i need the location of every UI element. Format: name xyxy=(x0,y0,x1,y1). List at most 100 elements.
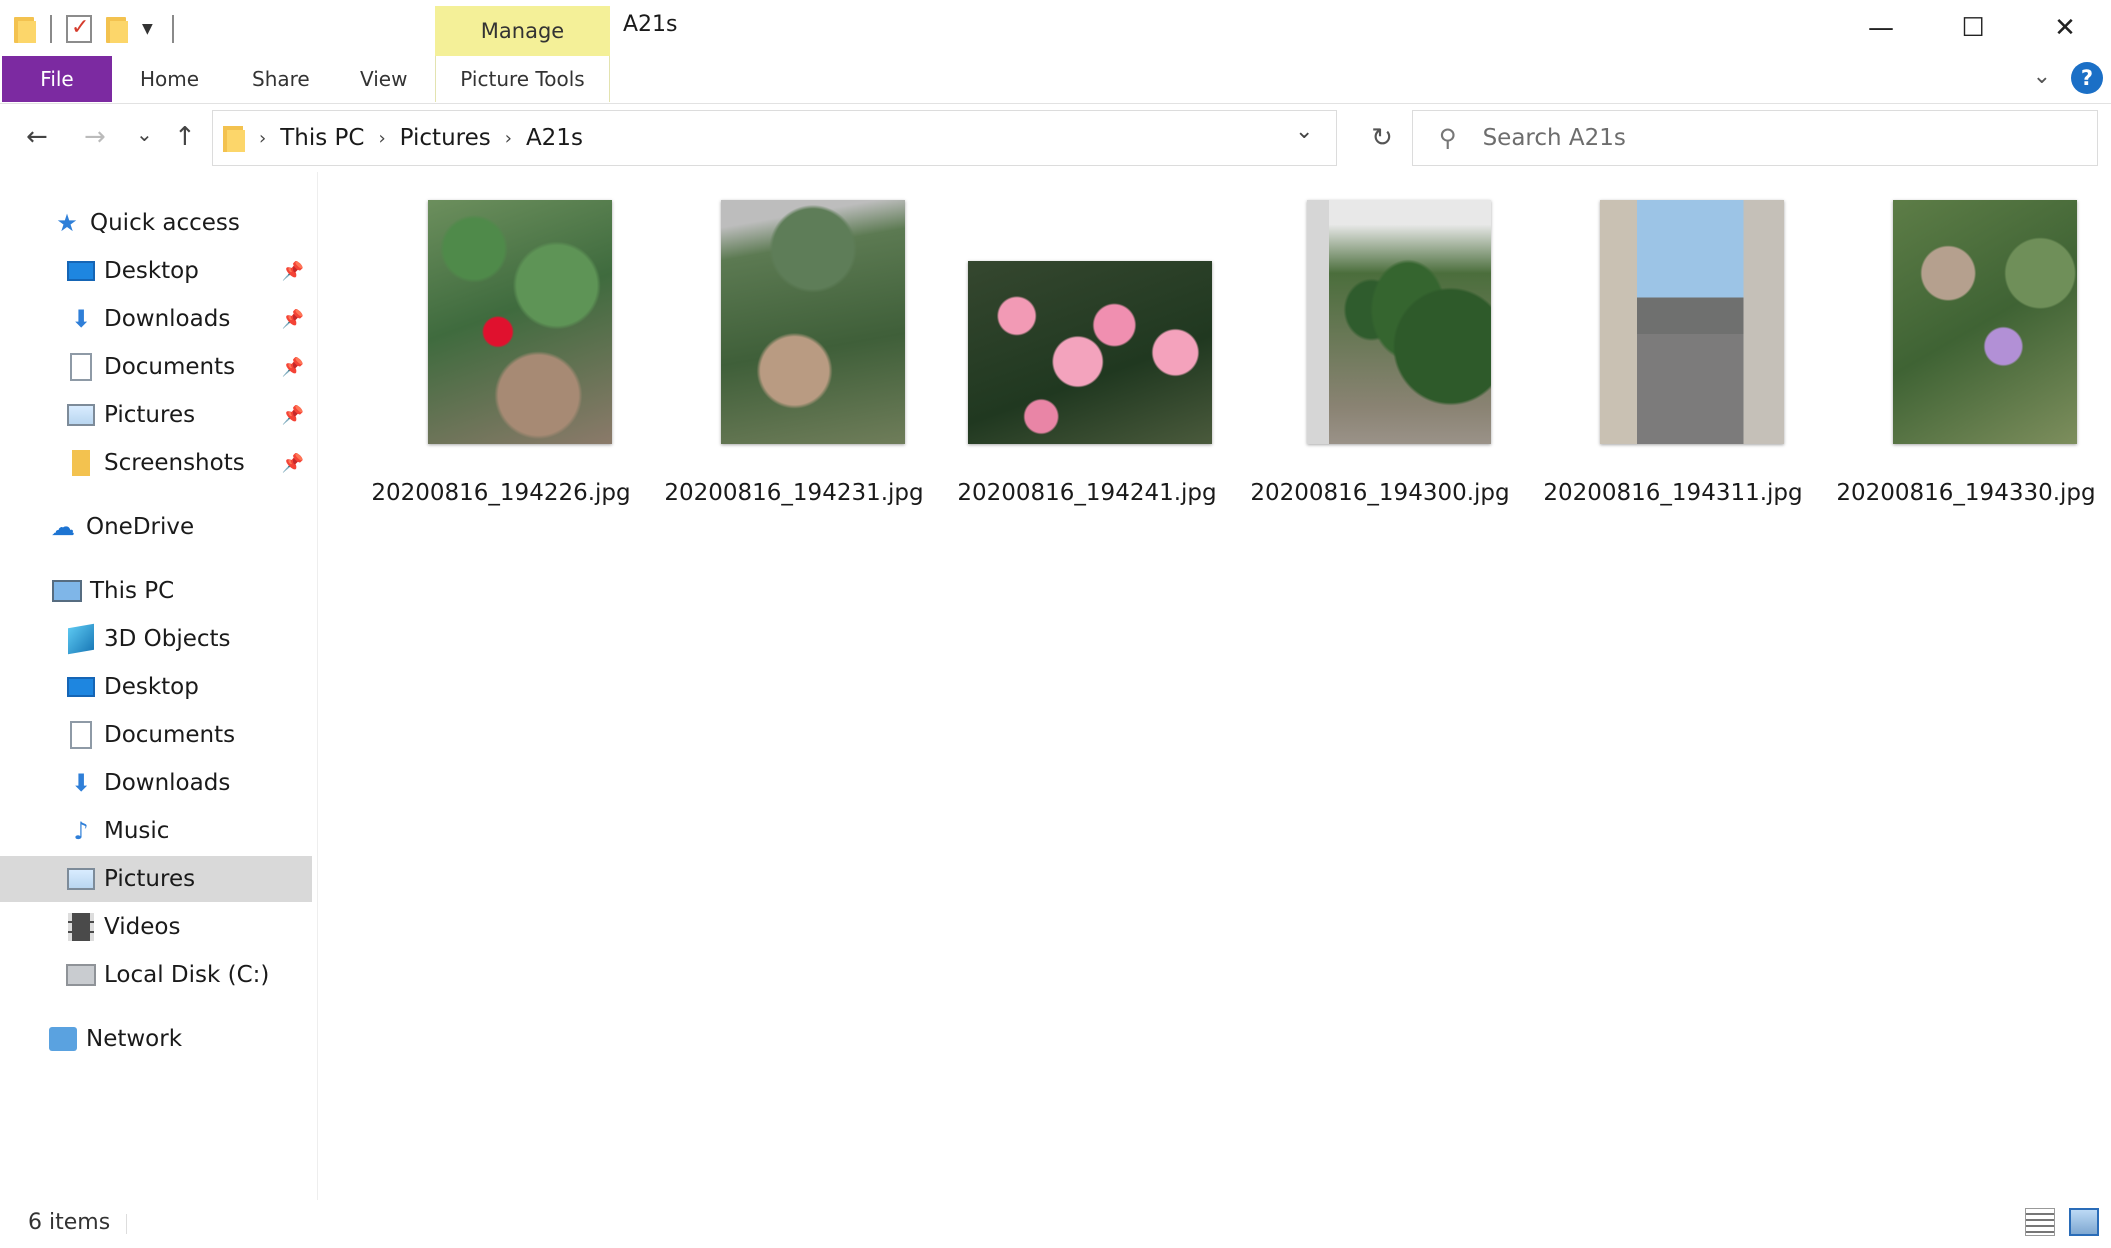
sidebar-item-label: Pictures xyxy=(104,402,196,428)
network-icon xyxy=(48,1025,78,1053)
sidebar-item-screenshots[interactable]: Screenshots 📌 xyxy=(0,440,312,486)
file-name[interactable]: 20200816_194311.jpg xyxy=(1527,480,1819,506)
address-bar[interactable]: › This PC › Pictures › A21s ⌄ xyxy=(212,110,1337,166)
file-name[interactable]: 20200816_194241.jpg xyxy=(941,480,1233,506)
breadcrumb-separator[interactable]: › xyxy=(505,128,512,149)
sidebar-item-local-disk[interactable]: Local Disk (C:) xyxy=(0,952,312,998)
navigation-bar: ← → ⌄ ↑ › This PC › Pictures › A21s ⌄ ↻ … xyxy=(0,106,2111,172)
help-icon[interactable]: ? xyxy=(2071,62,2103,94)
sidebar-item-downloads-pc[interactable]: ⬇ Downloads xyxy=(0,760,312,806)
sidebar-item-downloads[interactable]: ⬇ Downloads 📌 xyxy=(0,296,312,342)
image-thumbnail[interactable] xyxy=(1893,200,2077,444)
up-button[interactable]: ↑ xyxy=(174,122,196,152)
tab-view[interactable]: View xyxy=(360,56,407,102)
search-box[interactable]: ⚲ Search A21s xyxy=(1412,110,2098,166)
breadcrumb-a21s[interactable]: A21s xyxy=(526,125,583,151)
image-thumbnail[interactable] xyxy=(968,261,1212,444)
window-controls: — ☐ ✕ xyxy=(1835,0,2111,56)
refresh-button[interactable]: ↻ xyxy=(1354,110,1410,166)
file-name[interactable]: 20200816_194226.jpg xyxy=(355,480,647,506)
breadcrumb-this-pc[interactable]: This PC xyxy=(280,125,364,151)
close-button[interactable]: ✕ xyxy=(2019,0,2111,56)
sidebar-item-label: Screenshots xyxy=(104,450,245,476)
folder-icon[interactable] xyxy=(14,15,36,43)
pin-icon[interactable]: 📌 xyxy=(282,309,304,330)
tab-share[interactable]: Share xyxy=(252,56,310,102)
computer-icon xyxy=(52,577,82,605)
new-folder-icon[interactable] xyxy=(106,15,128,43)
tab-file[interactable]: File xyxy=(2,56,112,102)
file-name[interactable]: 20200816_194231.jpg xyxy=(648,480,940,506)
star-icon: ★ xyxy=(56,209,78,237)
file-name[interactable]: 20200816_194300.jpg xyxy=(1234,480,1526,506)
file-tile[interactable]: 20200816_194231.jpg xyxy=(648,200,940,506)
sidebar-item-onedrive[interactable]: ☁ OneDrive xyxy=(0,504,312,550)
image-thumbnail[interactable] xyxy=(1600,200,1784,444)
sidebar-item-this-pc[interactable]: This PC xyxy=(0,568,312,614)
properties-icon[interactable] xyxy=(66,15,92,43)
large-icons-view-icon[interactable] xyxy=(2069,1208,2099,1236)
file-tile[interactable]: 20200816_194241.jpg xyxy=(941,200,1233,506)
address-history-chevron-icon[interactable]: ⌄ xyxy=(1295,119,1313,144)
sidebar-item-music[interactable]: ♪ Music xyxy=(0,808,312,854)
pictures-icon xyxy=(66,865,96,893)
tab-manage[interactable]: Manage xyxy=(435,6,610,56)
pictures-icon xyxy=(66,401,96,429)
downloads-icon: ⬇ xyxy=(70,769,92,797)
file-tile[interactable]: 20200816_194300.jpg xyxy=(1234,200,1526,506)
sidebar-item-label: Pictures xyxy=(104,866,196,892)
music-icon: ♪ xyxy=(73,817,89,845)
details-view-icon[interactable] xyxy=(2025,1208,2055,1236)
pin-icon[interactable]: 📌 xyxy=(282,453,304,474)
cube-icon xyxy=(66,623,96,655)
image-thumbnail[interactable] xyxy=(721,200,905,444)
minimize-button[interactable]: — xyxy=(1835,0,1927,56)
title-bar: ▼ Manage A21s — ☐ ✕ xyxy=(0,0,2111,56)
maximize-button[interactable]: ☐ xyxy=(1927,0,2019,56)
sidebar-item-network[interactable]: Network xyxy=(0,1016,312,1062)
search-icon: ⚲ xyxy=(1439,124,1457,152)
folder-icon xyxy=(66,449,96,477)
pin-icon[interactable]: 📌 xyxy=(282,357,304,378)
sidebar-item-documents-pc[interactable]: Documents xyxy=(0,712,312,758)
file-list: 20200816_194226.jpg 20200816_194231.jpg … xyxy=(320,172,2111,1200)
tab-picture-tools[interactable]: Picture Tools xyxy=(435,56,610,102)
sidebar-item-desktop-pc[interactable]: Desktop xyxy=(0,664,312,710)
toolbar-separator xyxy=(50,15,52,43)
file-tile[interactable]: 20200816_194311.jpg xyxy=(1527,200,1819,506)
sidebar-item-documents[interactable]: Documents 📌 xyxy=(0,344,312,390)
file-name[interactable]: 20200816_194330.jpg xyxy=(1820,480,2111,506)
sidebar-item-label: 3D Objects xyxy=(104,626,231,652)
recent-locations-button[interactable]: ⌄ xyxy=(136,122,153,146)
pin-icon[interactable]: 📌 xyxy=(282,261,304,282)
breadcrumb-separator: › xyxy=(259,127,267,149)
sidebar-item-label: Downloads xyxy=(104,306,231,332)
pin-icon[interactable]: 📌 xyxy=(282,405,304,426)
sidebar-item-label: Quick access xyxy=(90,210,240,236)
sidebar-item-pictures[interactable]: Pictures 📌 xyxy=(0,392,312,438)
image-thumbnail[interactable] xyxy=(428,200,612,444)
file-tile[interactable]: 20200816_194226.jpg xyxy=(355,200,647,506)
expand-ribbon-chevron-icon[interactable]: ⌄ xyxy=(2033,64,2051,89)
sidebar-item-videos[interactable]: Videos xyxy=(0,904,312,950)
sidebar-item-label: Music xyxy=(104,818,170,844)
sidebar-item-3d-objects[interactable]: 3D Objects xyxy=(0,616,312,662)
breadcrumb-pictures[interactable]: Pictures xyxy=(400,125,491,151)
status-bar: 6 items xyxy=(0,1200,2111,1248)
customize-toolbar-chevron-icon[interactable]: ▼ xyxy=(142,21,158,37)
back-button[interactable]: ← xyxy=(26,122,48,152)
disk-icon xyxy=(66,961,96,989)
item-count: 6 items xyxy=(28,1210,111,1235)
sidebar-item-quick-access[interactable]: ★ Quick access xyxy=(0,200,312,246)
breadcrumb-separator[interactable]: › xyxy=(378,128,385,149)
sidebar-item-label: Videos xyxy=(104,914,181,940)
file-tile[interactable]: 20200816_194330.jpg xyxy=(1820,200,2111,506)
tab-home[interactable]: Home xyxy=(140,56,199,102)
sidebar-item-desktop[interactable]: Desktop 📌 xyxy=(0,248,312,294)
sidebar-item-pictures-pc[interactable]: Pictures xyxy=(0,856,312,902)
image-thumbnail[interactable] xyxy=(1307,200,1491,444)
search-input[interactable]: Search A21s xyxy=(1483,125,1626,151)
forward-button[interactable]: → xyxy=(84,122,106,152)
documents-icon xyxy=(66,353,96,381)
sidebar-item-label: Downloads xyxy=(104,770,231,796)
